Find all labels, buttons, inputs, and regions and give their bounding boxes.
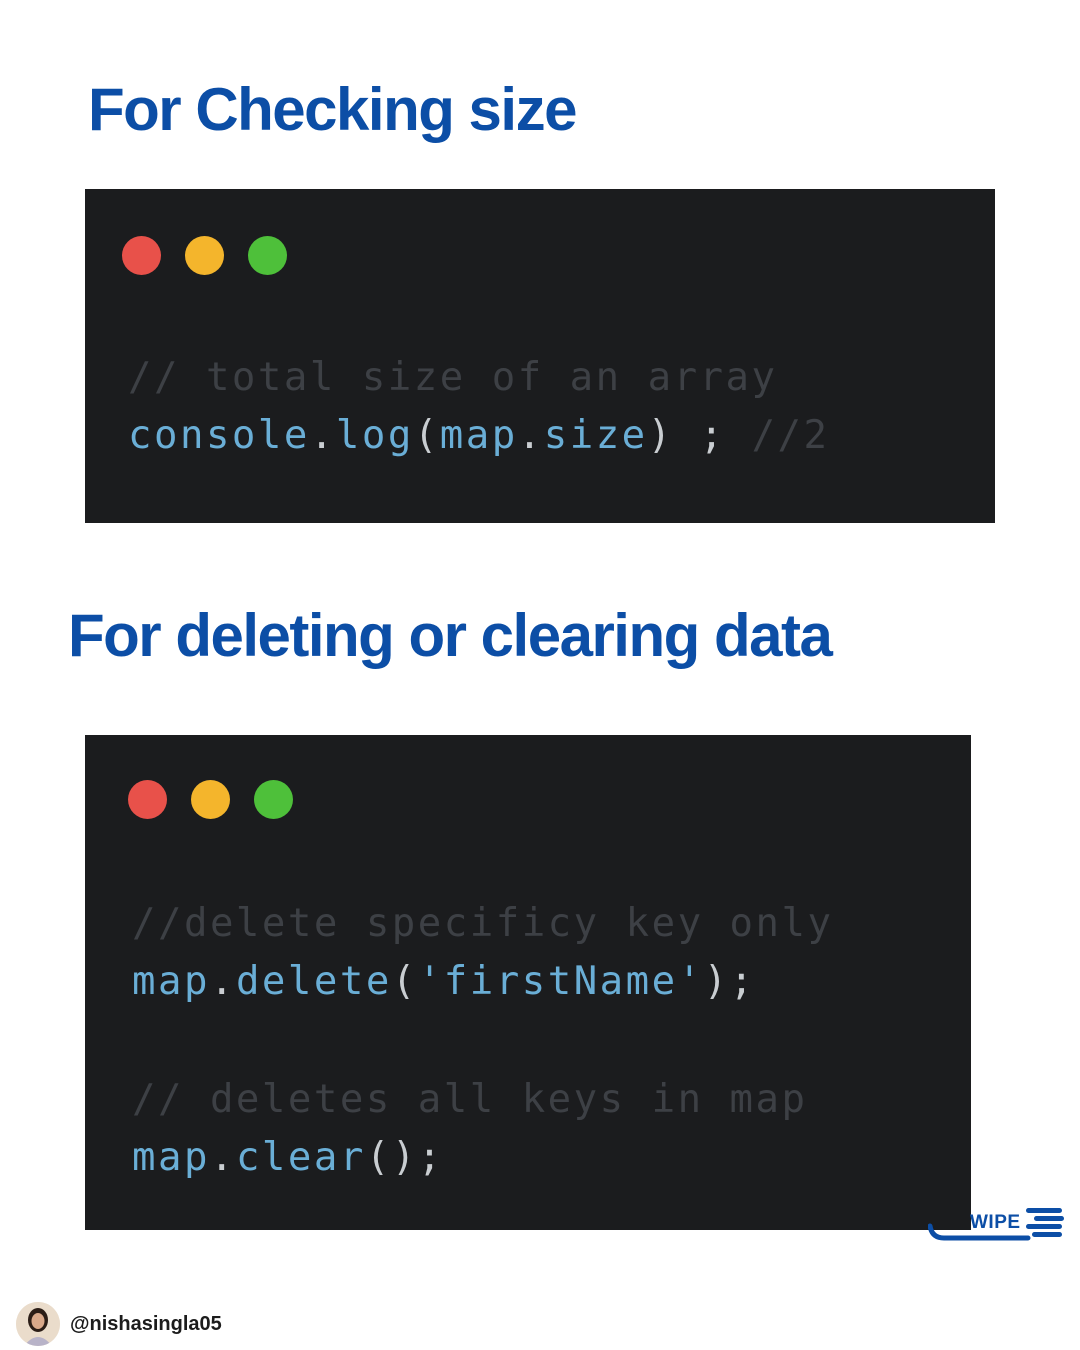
- section-title-checking-size: For Checking size: [88, 76, 577, 143]
- code-token: clear: [235, 1135, 366, 1180]
- window-controls: [122, 236, 287, 275]
- code-token: console: [128, 413, 310, 458]
- code-line: map.delete('firstName');: [132, 953, 833, 1011]
- code-token: map: [439, 413, 518, 458]
- swipe-hint[interactable]: WIPE: [928, 1202, 1068, 1242]
- code-line: console.log(map.size) ; //2: [128, 407, 830, 465]
- code-token: );: [703, 959, 756, 1004]
- code-line: map.clear();: [132, 1129, 833, 1187]
- code-window-size: // total size of an array console.log(map…: [85, 189, 995, 523]
- code-token: (: [391, 959, 418, 1004]
- maximize-dot-icon: [254, 780, 293, 819]
- code-token: ();: [365, 1135, 444, 1180]
- window-controls: [128, 780, 293, 819]
- close-dot-icon: [128, 780, 167, 819]
- code-token: map: [132, 1135, 210, 1180]
- code-token: (: [413, 413, 440, 458]
- code-token: map: [132, 959, 210, 1004]
- code-block: //delete specificy key only map.delete('f…: [132, 895, 833, 1187]
- code-block: // total size of an array console.log(map…: [128, 349, 830, 465]
- section-title-deleting-clearing: For deleting or clearing data: [68, 602, 833, 669]
- code-comment: //delete specificy key only: [132, 901, 834, 946]
- code-token: .: [517, 413, 544, 458]
- code-window-delete-clear: //delete specificy key only map.delete('f…: [85, 735, 971, 1230]
- code-token: .: [209, 1135, 236, 1180]
- code-comment: //2: [751, 413, 830, 458]
- code-comment: // deletes all keys in map: [132, 1077, 808, 1122]
- swipe-label: WIPE: [970, 1212, 1021, 1233]
- code-token: size: [543, 413, 648, 458]
- code-line: // total size of an array: [128, 349, 830, 407]
- author-handle[interactable]: @nishasingla05: [70, 1313, 222, 1336]
- code-token: log: [335, 413, 414, 458]
- avatar: [16, 1302, 60, 1346]
- minimize-dot-icon: [185, 236, 224, 275]
- close-dot-icon: [122, 236, 161, 275]
- minimize-dot-icon: [191, 780, 230, 819]
- author-credit: @nishasingla05: [16, 1302, 222, 1346]
- code-line: // deletes all keys in map: [132, 1071, 833, 1129]
- code-comment: // total size of an array: [128, 355, 778, 400]
- code-line: //delete specificy key only: [132, 895, 833, 953]
- code-token: delete: [235, 959, 392, 1004]
- code-token: .: [309, 413, 336, 458]
- code-token: .: [209, 959, 236, 1004]
- code-token: ) ;: [647, 413, 752, 458]
- code-token: 'firstName': [417, 959, 704, 1004]
- maximize-dot-icon: [248, 236, 287, 275]
